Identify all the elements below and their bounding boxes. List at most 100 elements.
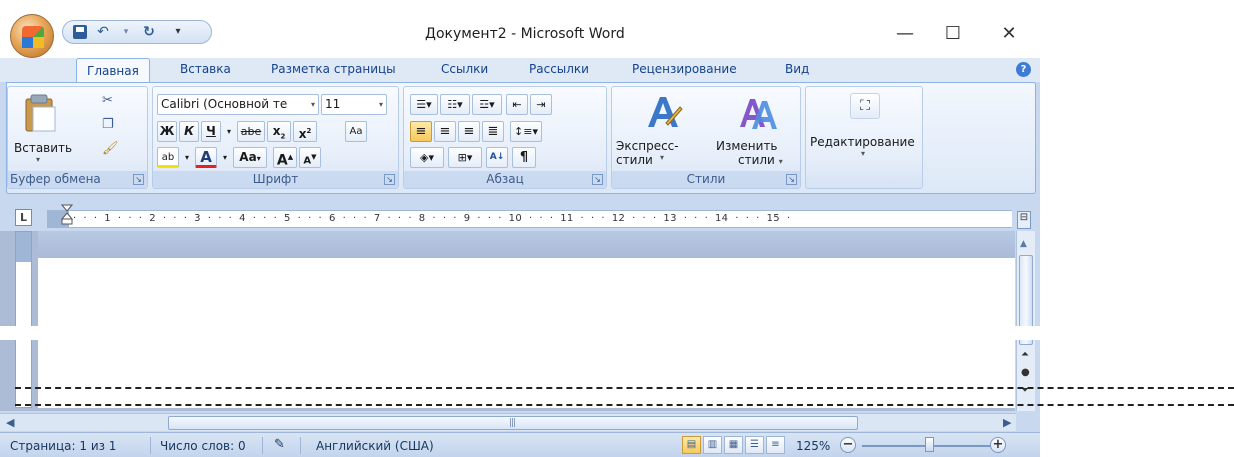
- screenshot-gap: [0, 326, 1234, 340]
- ruler-numbers: · · · 1 · · · 2 · · · 3 · · · 4 · · · 5 …: [73, 213, 791, 224]
- superscript-button[interactable]: x2: [293, 121, 317, 142]
- align-center-icon[interactable]: ≡: [434, 121, 456, 142]
- undo-dropdown-icon[interactable]: ▾: [119, 25, 133, 39]
- zoom-slider-knob[interactable]: [925, 437, 934, 452]
- shrink-font-button[interactable]: A▼: [299, 147, 321, 168]
- print-layout-icon[interactable]: ▤: [682, 436, 701, 454]
- change-styles-button[interactable]: Изменить стили ▾: [716, 91, 800, 167]
- horizontal-ruler-bar: L · · · 1 · · · 2 · · · 3 · · · 4 · · · …: [0, 201, 1040, 231]
- previous-page-icon[interactable]: ⏶: [1021, 349, 1029, 360]
- increase-indent-icon[interactable]: ⇥: [530, 94, 552, 115]
- quick-styles-button[interactable]: Экспресс-стили ▾: [616, 91, 714, 167]
- tab-insert[interactable]: Вставка: [180, 62, 231, 76]
- save-icon[interactable]: [73, 25, 87, 39]
- ribbon-tabs: Главная Вставка Разметка страницы Ссылки…: [0, 58, 1040, 84]
- indent-marker-icon[interactable]: [61, 204, 73, 226]
- tab-selector[interactable]: L: [15, 209, 32, 226]
- proofing-icon[interactable]: ✎: [274, 437, 285, 452]
- font-color-button[interactable]: A: [195, 147, 217, 168]
- bold-button[interactable]: Ж: [157, 121, 177, 142]
- scroll-right-icon[interactable]: ▶: [1003, 416, 1011, 429]
- font-size-select[interactable]: 11 ▾: [321, 94, 387, 115]
- multilevel-list-icon[interactable]: ☲▾: [472, 94, 502, 115]
- tab-page-layout[interactable]: Разметка страницы: [271, 62, 396, 76]
- align-left-icon[interactable]: ≡: [410, 121, 432, 142]
- change-styles-label-2: стили ▾: [738, 153, 783, 167]
- horizontal-ruler[interactable]: · · · 1 · · · 2 · · · 3 · · · 4 · · · 5 …: [47, 210, 1012, 228]
- draft-icon[interactable]: ≡: [766, 436, 785, 454]
- underline-dropdown-icon[interactable]: ▾: [223, 121, 235, 142]
- tab-references[interactable]: Ссылки: [441, 62, 488, 76]
- close-button[interactable]: ✕: [986, 20, 1032, 48]
- zoom-level[interactable]: 125%: [796, 439, 830, 453]
- horizontal-scrollbar[interactable]: ◀ ||| ▶: [0, 413, 1016, 431]
- paragraph-launcher-icon[interactable]: ↘: [592, 174, 603, 185]
- undo-icon[interactable]: ↶: [96, 25, 110, 39]
- subscript-button[interactable]: x2: [267, 121, 291, 142]
- horizontal-scroll-thumb[interactable]: |||: [168, 416, 858, 430]
- minimize-button[interactable]: —: [882, 20, 928, 48]
- borders-icon[interactable]: ⊞▾: [448, 147, 482, 168]
- customize-qat-icon[interactable]: ▾: [171, 25, 185, 39]
- dashed-line: [15, 387, 1234, 389]
- font-family-select[interactable]: Calibri (Основной те ▾: [157, 94, 319, 115]
- format-painter-icon[interactable]: 🖌: [102, 141, 119, 157]
- view-ruler-icon[interactable]: ⊟: [1017, 211, 1031, 229]
- scroll-up-icon[interactable]: ▲: [1020, 239, 1027, 249]
- page-count[interactable]: Страница: 1 из 1: [10, 439, 116, 453]
- font-group-label: Шрифт: [153, 171, 398, 188]
- full-screen-reading-icon[interactable]: ▥: [703, 436, 722, 454]
- show-formatting-icon[interactable]: ¶: [512, 147, 536, 168]
- justify-icon[interactable]: ≣: [482, 121, 504, 142]
- quick-access-toolbar: ↶ ▾ ↻ ▾: [62, 20, 212, 44]
- tab-mailings[interactable]: Рассылки: [529, 62, 589, 76]
- redo-icon[interactable]: ↻: [142, 25, 156, 39]
- word-count[interactable]: Число слов: 0: [160, 439, 246, 453]
- change-case-button[interactable]: Aa▾: [233, 147, 267, 168]
- line-spacing-icon[interactable]: ↕≡▾: [510, 121, 542, 142]
- tab-review[interactable]: Рецензирование: [632, 62, 737, 76]
- change-styles-label-1: Изменить: [716, 139, 778, 153]
- shading-icon[interactable]: ◈▾: [410, 147, 444, 168]
- tab-home[interactable]: Главная: [76, 58, 150, 84]
- quick-styles-label: Экспресс-стили: [616, 139, 679, 167]
- cut-icon[interactable]: ✂: [102, 93, 113, 109]
- change-styles-icon: [740, 99, 777, 129]
- styles-launcher-icon[interactable]: ↘: [786, 174, 797, 185]
- office-button[interactable]: [10, 14, 54, 58]
- grow-font-button[interactable]: A▲: [273, 147, 297, 169]
- copy-icon[interactable]: ❐: [102, 117, 114, 133]
- align-right-icon[interactable]: ≡: [458, 121, 480, 142]
- paste-button[interactable]: Вставить ▾: [14, 91, 72, 167]
- highlight-button[interactable]: ab: [157, 147, 179, 168]
- scroll-left-icon[interactable]: ◀: [6, 416, 14, 429]
- font-launcher-icon[interactable]: ↘: [384, 174, 395, 185]
- vertical-scrollbar[interactable]: ▲ ⏶ ● ⏷: [1016, 231, 1035, 411]
- styles-group-label: Стили: [612, 171, 800, 188]
- paragraph-group-label: Абзац: [404, 171, 606, 188]
- clipboard-launcher-icon[interactable]: ↘: [133, 174, 144, 185]
- highlight-dropdown-icon[interactable]: ▾: [181, 147, 193, 168]
- help-icon[interactable]: ?: [1016, 62, 1031, 77]
- underline-button[interactable]: Ч: [201, 121, 221, 142]
- font-color-dropdown-icon[interactable]: ▾: [219, 147, 231, 168]
- status-separator: [150, 437, 151, 454]
- binoculars-icon: ⛶: [850, 93, 880, 119]
- decrease-indent-icon[interactable]: ⇤: [506, 94, 528, 115]
- select-browse-object-icon[interactable]: ●: [1021, 367, 1030, 378]
- zoom-in-icon[interactable]: +: [990, 437, 1006, 453]
- bullets-icon[interactable]: ☰▾: [410, 94, 438, 115]
- editing-group[interactable]: ⛶ Редактирование ▾: [805, 86, 923, 189]
- strikethrough-button[interactable]: abe: [237, 121, 265, 142]
- language-indicator[interactable]: Английский (США): [316, 439, 434, 453]
- clear-formatting-icon[interactable]: Aa: [345, 121, 367, 142]
- italic-button[interactable]: К: [179, 121, 199, 142]
- numbering-icon[interactable]: ☷▾: [440, 94, 470, 115]
- maximize-button[interactable]: ☐: [930, 20, 976, 48]
- web-layout-icon[interactable]: ▦: [724, 436, 743, 454]
- zoom-out-icon[interactable]: −: [840, 437, 856, 453]
- outline-icon[interactable]: ☰: [745, 436, 764, 454]
- sort-icon[interactable]: A↓: [486, 147, 508, 168]
- vertical-ruler[interactable]: [15, 231, 32, 408]
- tab-view[interactable]: Вид: [785, 62, 809, 76]
